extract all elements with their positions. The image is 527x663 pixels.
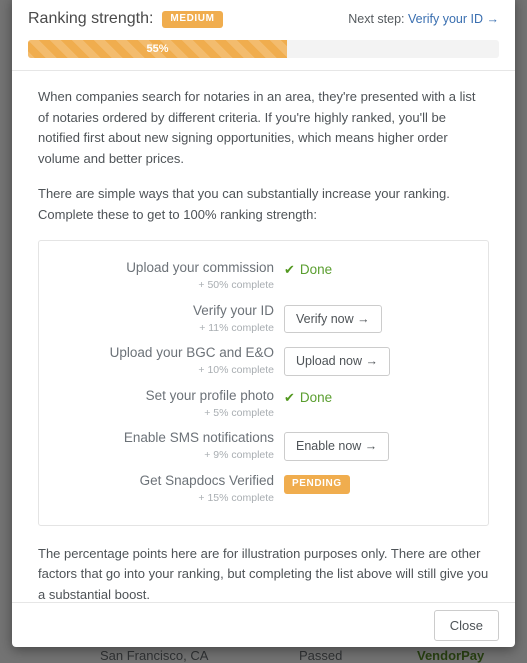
task-list-panel: Upload your commission + 50% complete ✔ Don…: [38, 240, 489, 526]
next-step-prefix: Next step:: [348, 12, 405, 26]
ranking-progress-fill: 55%: [28, 40, 288, 58]
task-row: Verify your ID + 11% complete Verify now →: [39, 298, 488, 341]
modal-header-top: Ranking strength: MEDIUM Next step: Veri…: [28, 10, 499, 28]
task-row: Get Snapdocs Verified + 15% complete PENDI…: [39, 468, 488, 511]
task-percent: + 5% complete: [204, 406, 274, 419]
task-name: Upload your BGC and E&O: [109, 345, 274, 361]
intro-paragraph: When companies search for notaries in an…: [38, 89, 476, 166]
task-action: Verify now →: [284, 303, 488, 334]
task-action-button[interactable]: Enable now →: [284, 432, 390, 461]
task-labels: Upload your BGC and E&O + 10% complete: [39, 345, 284, 378]
ranking-progress-bar: 55%: [28, 40, 499, 58]
task-row: Enable SMS notifications + 9% complete Ena…: [39, 425, 488, 468]
modal-body: When companies search for notaries in an…: [12, 71, 515, 602]
task-row: Set your profile photo + 5% complete ✔ Done: [39, 383, 488, 426]
ranking-strength-modal: Ranking strength: MEDIUM Next step: Veri…: [12, 0, 515, 647]
next-step: Next step: Verify your ID →: [348, 12, 499, 26]
task-labels: Get Snapdocs Verified + 15% complete: [39, 473, 284, 506]
check-icon: ✔: [284, 389, 295, 405]
instruction-paragraph: There are simple ways that you can subst…: [38, 186, 450, 222]
task-action: ✔ Done: [284, 260, 488, 277]
task-row: Upload your BGC and E&O + 10% complete Upl…: [39, 340, 488, 383]
close-button[interactable]: Close: [433, 609, 499, 641]
task-done-label: Done: [299, 389, 333, 405]
task-action: PENDING: [284, 473, 488, 494]
task-labels: Upload your commission + 50% complete: [39, 260, 284, 293]
ranking-strength-title: Ranking strength: MEDIUM: [28, 10, 223, 28]
check-icon: ✔: [284, 262, 295, 278]
task-percent: + 10% complete: [198, 364, 274, 377]
task-labels: Verify your ID + 11% complete: [39, 303, 284, 336]
next-step-link[interactable]: Verify your ID →: [408, 12, 499, 26]
modal-header: Ranking strength: MEDIUM Next step: Veri…: [12, 0, 515, 71]
task-name: Enable SMS notifications: [123, 430, 274, 446]
task-row: Upload your commission + 50% complete ✔ Don…: [39, 255, 488, 298]
task-action-button[interactable]: Upload now →: [284, 347, 390, 376]
ranking-strength-label: Ranking strength:: [28, 10, 154, 27]
task-name: Set your profile photo: [145, 387, 274, 403]
task-action: Upload now →: [284, 345, 488, 376]
task-action: Enable now →: [284, 430, 488, 461]
task-name: Upload your commission: [126, 260, 274, 276]
task-name: Get Snapdocs Verified: [139, 473, 274, 488]
task-done-label: Done: [299, 262, 333, 278]
task-percent: + 50% complete: [198, 279, 274, 292]
disclaimer-paragraph: The percentage points here are for illus…: [38, 545, 489, 602]
task-labels: Enable SMS notifications + 9% complete: [39, 430, 284, 463]
modal-footer: Close: [12, 602, 515, 647]
task-done-status: ✔ Done: [284, 390, 332, 405]
task-percent: + 11% complete: [199, 321, 274, 334]
strength-badge: MEDIUM: [162, 10, 223, 28]
task-percent: + 15% complete: [198, 491, 274, 504]
task-pending-badge: PENDING: [284, 475, 350, 494]
task-action: ✔ Done: [284, 388, 488, 405]
task-done-status: ✔ Done: [284, 262, 332, 277]
task-name: Verify your ID: [192, 302, 274, 318]
task-labels: Set your profile photo + 5% complete: [39, 388, 284, 421]
task-action-button[interactable]: Verify now →: [284, 304, 382, 334]
task-percent: + 9% complete: [204, 449, 274, 462]
